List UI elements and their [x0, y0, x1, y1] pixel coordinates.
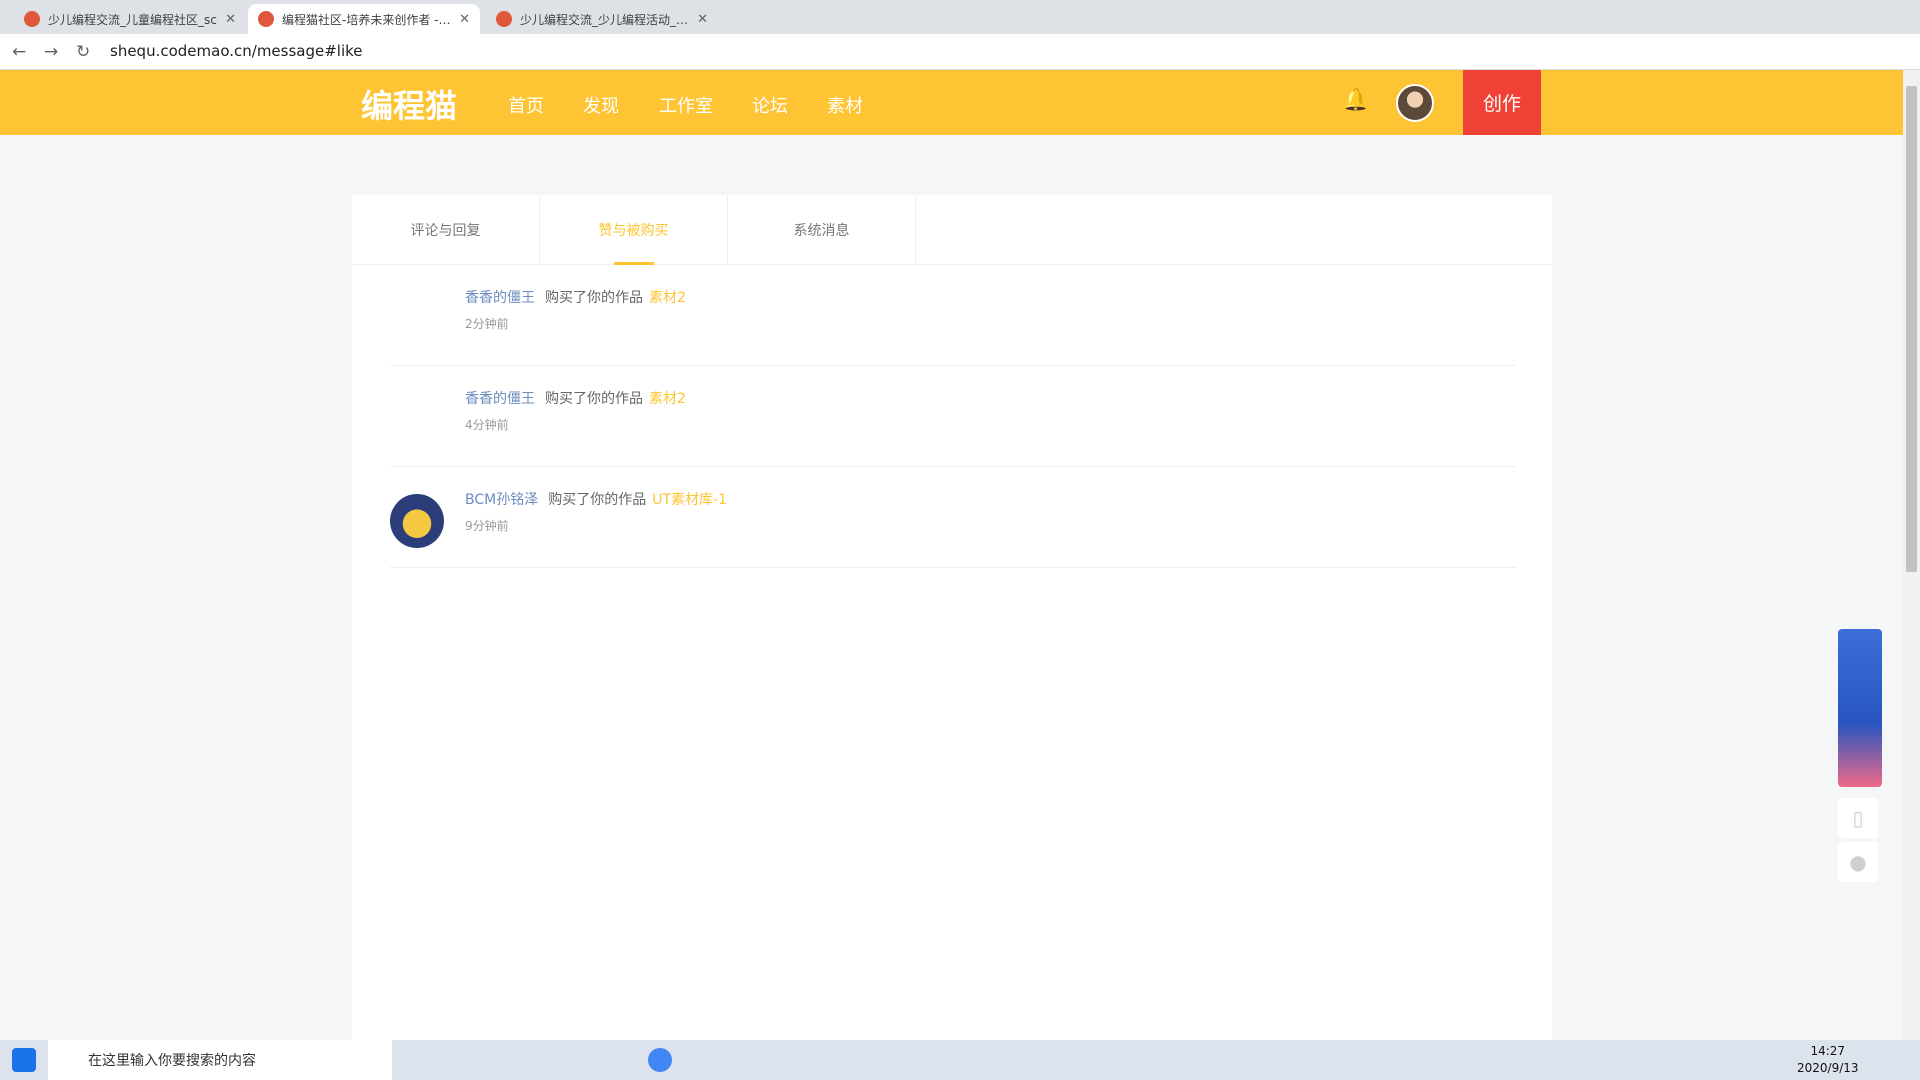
qq-icon[interactable]: ● [1838, 842, 1878, 882]
back-icon[interactable]: ← [12, 42, 26, 62]
message-action: 购买了你的作品 [545, 290, 643, 306]
message-item: 香香的僵王 购买了你的作品 素材2 2分钟前 [390, 265, 1516, 366]
tab-likes-purchases[interactable]: 赞与被购买 [540, 195, 728, 265]
browser-tabstrip: 少儿编程交流_儿童编程社区_sc ✕ 编程猫社区-培养未来创作者 - 官 ✕ 少… [0, 0, 1920, 34]
nav-home[interactable]: 首页 [508, 92, 544, 118]
message-work-link[interactable]: 素材2 [649, 391, 686, 407]
message-username[interactable]: BCM孙铭泽 [465, 492, 538, 508]
clock-date: 2020/9/13 [1797, 1061, 1859, 1075]
floating-ad-banner[interactable] [1838, 629, 1882, 787]
tab-title: 少儿编程交流_儿童编程社区_sc [48, 12, 217, 27]
close-icon[interactable]: ✕ [453, 12, 470, 27]
scrollbar-thumb[interactable] [1906, 86, 1917, 572]
message-time: 4分钟前 [465, 418, 509, 432]
message-tabs: 评论与回复 赞与被购买 系统消息 [352, 195, 1552, 265]
nav-forum[interactable]: 论坛 [752, 92, 788, 118]
tablet-icon[interactable]: ▯ [1838, 798, 1878, 838]
message-work-link[interactable]: 素材2 [649, 290, 686, 306]
message-item: 香香的僵王 购买了你的作品 素材2 4分钟前 [390, 366, 1516, 467]
user-avatar[interactable] [390, 494, 444, 548]
site-header: 编程猫 首页 发现 工作室 论坛 素材 🔔 创作 [0, 70, 1920, 135]
message-time: 9分钟前 [465, 519, 509, 533]
tab-title: 编程猫社区-培养未来创作者 - 官 [282, 12, 454, 27]
browser-tab-active[interactable]: 编程猫社区-培养未来创作者 - 官 ✕ [248, 4, 480, 34]
windows-start-icon[interactable] [12, 1048, 36, 1072]
user-avatar[interactable] [1396, 84, 1434, 122]
reload-icon[interactable]: ↻ [76, 42, 90, 62]
message-work-link[interactable]: UT素材库-1 [652, 492, 727, 508]
codemao-favicon-icon [24, 11, 40, 27]
message-time: 2分钟前 [465, 317, 509, 331]
codemao-favicon-icon [258, 11, 274, 27]
nav-materials[interactable]: 素材 [827, 92, 863, 118]
clock-time: 14:27 [1810, 1044, 1846, 1058]
chrome-icon[interactable] [648, 1048, 672, 1072]
close-icon[interactable]: ✕ [219, 12, 236, 27]
message-action: 购买了你的作品 [545, 391, 643, 407]
create-button[interactable]: 创作 [1463, 70, 1541, 135]
site-logo[interactable]: 编程猫 [361, 81, 457, 127]
nav-studio[interactable]: 工作室 [659, 92, 713, 118]
tab-comments[interactable]: 评论与回复 [352, 195, 540, 265]
taskbar-search[interactable]: 在这里输入你要搜索的内容 [48, 1040, 392, 1080]
browser-tab[interactable]: 少儿编程交流_儿童编程社区_sc ✕ [14, 4, 246, 34]
message-line: 香香的僵王 购买了你的作品 素材2 [465, 287, 686, 307]
windows-taskbar: 在这里输入你要搜索的内容 14:27 2020/9/13 [0, 1040, 1920, 1080]
forward-icon[interactable]: → [44, 42, 58, 62]
tab-system[interactable]: 系统消息 [728, 195, 916, 265]
message-item: BCM孙铭泽 购买了你的作品 UT素材库-1 9分钟前 [390, 467, 1516, 568]
address-bar: ← → ↻ shequ.codemao.cn/message#like [0, 34, 1920, 70]
message-username[interactable]: 香香的僵王 [465, 290, 535, 306]
tab-title: 少儿编程交流_少儿编程活动_scr [520, 12, 692, 27]
bell-icon[interactable]: 🔔 [1342, 88, 1369, 113]
message-line: BCM孙铭泽 购买了你的作品 UT素材库-1 [465, 489, 727, 509]
message-line: 香香的僵王 购买了你的作品 素材2 [465, 388, 686, 408]
codemao-favicon-icon [496, 11, 512, 27]
message-card: 评论与回复 赞与被购买 系统消息 香香的僵王 购买了你的作品 素材2 2分钟前 香香… [352, 195, 1552, 1045]
browser-tab[interactable]: 少儿编程交流_少儿编程活动_scr ✕ [486, 4, 718, 34]
message-action: 购买了你的作品 [548, 492, 647, 508]
message-username[interactable]: 香香的僵王 [465, 391, 535, 407]
taskbar-clock[interactable]: 14:27 2020/9/13 [1797, 1043, 1859, 1077]
close-icon[interactable]: ✕ [691, 12, 708, 27]
nav-discover[interactable]: 发现 [583, 92, 619, 118]
url-field[interactable]: shequ.codemao.cn/message#like [110, 42, 363, 60]
